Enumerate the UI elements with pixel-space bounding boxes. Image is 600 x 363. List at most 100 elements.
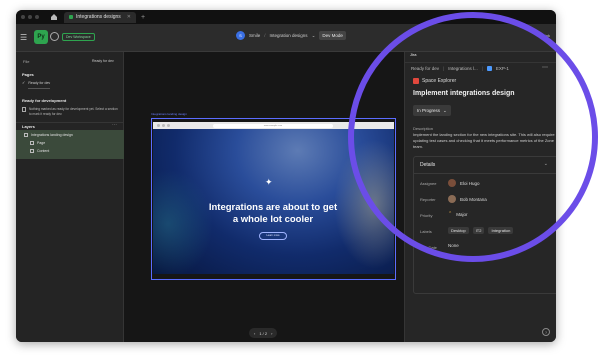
layer-item[interactable]: Content <box>30 149 49 153</box>
document-icon <box>22 107 26 112</box>
window-controls[interactable] <box>21 15 39 19</box>
hero-headline: Integrations are about to get a whole lo… <box>173 202 373 226</box>
prev-page-icon[interactable]: ‹ <box>254 331 255 336</box>
browser-dot <box>157 124 160 127</box>
assignee-label: Assignee <box>420 181 437 186</box>
space-name[interactable]: Space Explorer <box>413 78 456 84</box>
more-icon[interactable]: ⋯ <box>542 64 548 71</box>
space-logo-icon <box>413 78 419 84</box>
browser-dot <box>167 124 170 127</box>
ready-empty-text: Nothing marked as ready for development … <box>29 107 118 116</box>
pages-title: Pages <box>22 72 34 77</box>
chevron-down-icon[interactable]: ⌄ <box>312 33 316 39</box>
share-link-button[interactable]: Link <box>543 33 550 38</box>
close-icon[interactable]: ✕ <box>127 14 131 20</box>
browser-mockup[interactable]: www.example.com ✦ Integrations are about… <box>153 122 394 274</box>
more-icon[interactable]: ⋯ <box>112 122 117 128</box>
labels-label: Labels <box>420 229 432 234</box>
layer-label: Page <box>37 141 46 145</box>
toolbar: ☰ Py Dev Workspace S Smile / Integration… <box>16 24 556 52</box>
page-item-label: Ready for dev <box>28 80 51 85</box>
priority-label: Priority <box>420 213 433 218</box>
avatar <box>448 195 456 203</box>
layers-title: Layers <box>22 124 35 129</box>
comment-icon[interactable] <box>50 32 59 41</box>
label-chip[interactable]: Desktop <box>448 227 469 234</box>
breadcrumb-separator: / <box>264 33 266 38</box>
right-panel: Jira Ready for dev | Integrations l... |… <box>404 52 556 342</box>
crumb-status[interactable]: Ready for dev <box>411 66 439 71</box>
label-chip[interactable]: Integration <box>488 227 514 234</box>
space-label: Space Explorer <box>422 78 457 84</box>
divider <box>414 173 556 174</box>
divider <box>28 88 50 89</box>
details-title[interactable]: Details <box>420 162 435 168</box>
frame-icon <box>30 141 34 145</box>
issue-breadcrumb: Ready for dev | Integrations l... | EXP-… <box>411 66 509 71</box>
task-icon <box>486 66 492 71</box>
issue-key[interactable]: EXP-1 <box>496 66 509 71</box>
layer-label: Integrations landing design <box>31 133 73 137</box>
ready-for-development-title: Ready for development <box>22 98 67 103</box>
chevron-down-icon[interactable]: ⌄ <box>544 161 548 167</box>
reporter-label: Reporter <box>420 197 436 202</box>
issue-title[interactable]: Implement integrations design <box>413 90 515 97</box>
assignee-field[interactable]: Eloi Hugo <box>448 179 480 187</box>
divider <box>405 62 556 63</box>
avatar <box>448 179 456 187</box>
description-text[interactable]: Implement the landing section for the ne… <box>413 132 555 150</box>
tab-integrations-designs[interactable]: Integrations designs ✕ <box>64 11 136 23</box>
team-avatar[interactable]: S <box>236 31 245 40</box>
reporter-field[interactable]: Bob Montana <box>448 195 487 203</box>
assignee-name: Eloi Hugo <box>460 180 480 186</box>
priority-major-icon: ⌃ <box>448 211 453 217</box>
main-menu-icon[interactable]: ☰ <box>20 33 27 42</box>
tab-label: Integrations designs <box>76 14 121 20</box>
file-breadcrumb: S Smile / Integration designs ⌄ Dev Mode <box>236 31 346 40</box>
due-date-label: Due Date <box>420 245 437 250</box>
status-dropdown[interactable]: In Progress ⌄ <box>413 105 451 116</box>
due-date-field[interactable]: None <box>448 243 459 248</box>
home-icon[interactable] <box>49 13 58 22</box>
description-label: Description <box>413 126 434 131</box>
hero-line-1: Integrations are about to get <box>208 202 338 213</box>
panel-header-status[interactable]: Ready for dev <box>92 59 114 63</box>
hero-section: ✦ Integrations are about to get a whole … <box>153 129 394 274</box>
left-panel: File Ready for dev Pages ✓ Ready for dev… <box>16 52 124 342</box>
page-indicator: 1 / 2 <box>259 330 268 336</box>
hero-line-2: a whole lot cooler <box>232 214 314 225</box>
workspace-badge[interactable]: Dev Workspace <box>62 33 95 41</box>
page-item-ready-for-dev[interactable]: ✓ Ready for dev <box>22 80 50 85</box>
sparkle-icon: ✦ <box>265 177 273 187</box>
app-window: Integrations designs ✕ + ☰ Py Dev Worksp… <box>16 10 556 342</box>
frame-icon <box>24 133 28 137</box>
jira-tab[interactable]: Jira <box>410 52 416 57</box>
check-icon: ✓ <box>22 80 26 85</box>
reporter-name: Bob Montana <box>460 196 487 202</box>
mode-toggle-button[interactable]: Py <box>34 30 48 44</box>
hero-cta-button: Learn more <box>259 232 287 240</box>
browser-dot <box>162 124 165 127</box>
crumb-file[interactable]: Integrations l... <box>448 66 478 71</box>
divider <box>16 122 124 123</box>
next-page-icon[interactable]: › <box>271 331 272 336</box>
due-date-value: None <box>448 243 459 248</box>
label-chip[interactable]: IT2 <box>472 227 485 234</box>
dev-mode-toggle[interactable]: Dev Mode <box>319 31 346 40</box>
help-icon[interactable]: ? <box>542 328 550 336</box>
browser-toolbar: www.example.com <box>153 122 394 129</box>
priority-field[interactable]: ⌃ Major <box>448 211 467 217</box>
new-tab-icon[interactable]: + <box>141 14 145 21</box>
tab-bar: Integrations designs ✕ + <box>16 10 556 24</box>
status-label: In Progress <box>417 108 441 113</box>
design-canvas[interactable]: Integrations landing design www.example.… <box>124 52 404 342</box>
file-name[interactable]: Integration designs <box>270 33 308 38</box>
layer-item[interactable]: Page <box>30 141 45 145</box>
layer-item[interactable]: Integrations landing design <box>24 133 73 137</box>
details-card: Details ⌄ Assignee Eloi Hugo Reporter Bo… <box>413 156 556 294</box>
chevron-down-icon: ⌄ <box>443 107 447 113</box>
frame-label[interactable]: Integrations landing design <box>151 112 187 116</box>
labels-field[interactable]: Desktop IT2 Integration <box>448 227 514 234</box>
team-name[interactable]: Smile <box>249 33 260 38</box>
panel-header[interactable]: File <box>23 59 29 64</box>
